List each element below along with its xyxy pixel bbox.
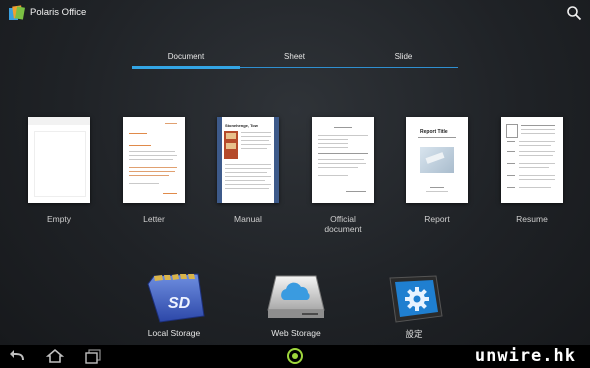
template-label: Letter (143, 214, 165, 224)
template-letter[interactable]: Letter (122, 117, 186, 224)
template-label: Report (424, 214, 450, 224)
empty-thumbnail (28, 117, 90, 203)
template-empty[interactable]: Empty (27, 117, 91, 224)
recent-apps-icon[interactable] (83, 348, 103, 364)
template-label: Resume (516, 214, 548, 224)
settings-button[interactable]: 設定 (369, 270, 459, 340)
app-title: Polaris Office (30, 7, 87, 18)
local-storage-button[interactable]: SD Local Storage (129, 270, 219, 338)
template-label: Manual (234, 214, 262, 224)
tab-slide[interactable]: Slide (349, 47, 458, 67)
settings-tablet-gear-icon (389, 275, 443, 323)
template-label: Empty (46, 214, 72, 224)
template-manual[interactable]: Stonehenge, Tow Manual (216, 117, 280, 224)
web-storage-button[interactable]: Web Storage (251, 270, 341, 338)
template-official-document[interactable]: Official document (311, 117, 375, 234)
document-type-tabs: Document Sheet Slide (132, 47, 458, 69)
center-home-indicator-icon[interactable] (286, 347, 304, 365)
watermark-text: unwire.hk (474, 346, 576, 366)
home-icon[interactable] (45, 348, 65, 364)
report-thumbnail: Report Title (406, 117, 468, 203)
action-bar: Polaris Office (0, 0, 590, 28)
report-heading: Report Title (420, 129, 448, 135)
tab-selected-indicator (132, 66, 240, 69)
template-gallery: Empty Letter Stonehenge, Tow Manual Offi… (0, 117, 590, 247)
template-resume[interactable]: Resume (500, 117, 564, 224)
cloud-drive-icon (267, 275, 325, 318)
resume-thumbnail (501, 117, 563, 203)
tab-sheet[interactable]: Sheet (240, 47, 349, 67)
manual-thumbnail: Stonehenge, Tow (217, 117, 279, 203)
svg-text:SD: SD (168, 295, 191, 312)
settings-label: 設定 (405, 329, 423, 339)
search-icon[interactable] (566, 5, 582, 21)
sd-card-icon: SD (147, 273, 205, 323)
tab-document[interactable]: Document (132, 47, 240, 67)
template-label: Official document (324, 214, 362, 234)
back-icon[interactable] (8, 348, 28, 364)
polaris-office-app-icon (9, 5, 25, 20)
web-storage-label: Web Storage (271, 328, 321, 338)
letter-thumbnail (123, 117, 185, 203)
system-navigation-bar: unwire.hk (0, 345, 590, 368)
official-document-thumbnail (312, 117, 374, 203)
local-storage-label: Local Storage (147, 328, 201, 338)
template-report[interactable]: Report Title Report (405, 117, 469, 224)
manual-heading: Stonehenge, Tow (225, 123, 258, 128)
